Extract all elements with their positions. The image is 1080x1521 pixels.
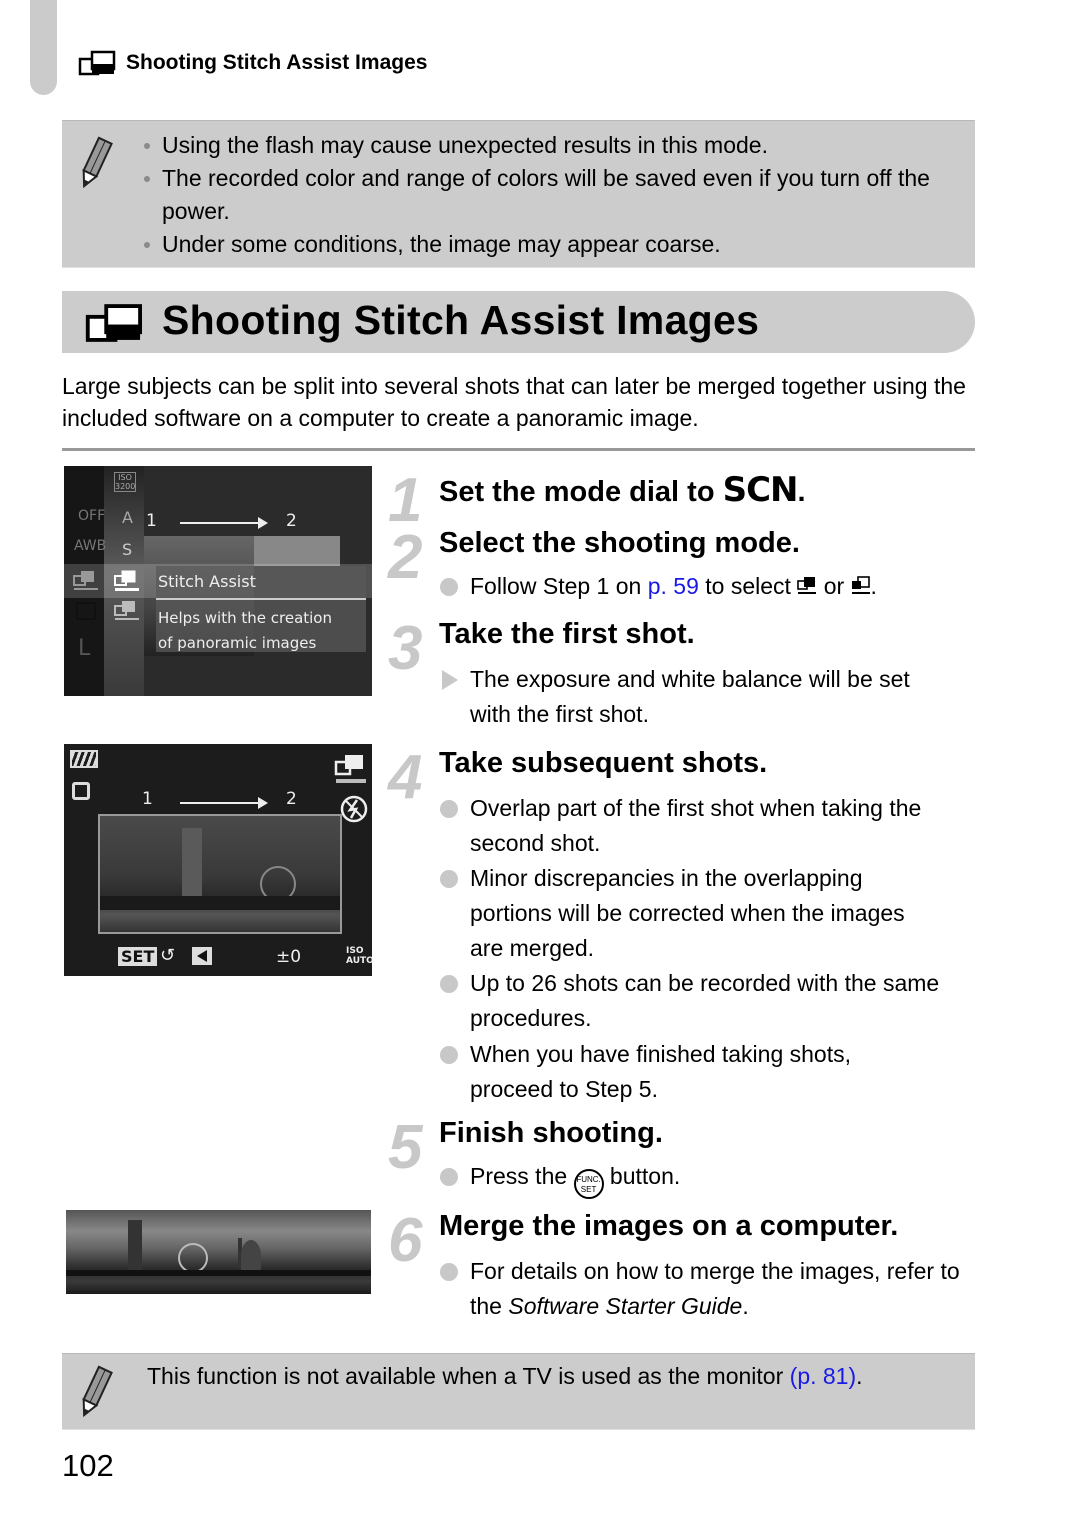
step-bullet: Follow Step 1 on p. 59 to select or . — [440, 569, 1030, 604]
left-col-item: OFF — [78, 508, 106, 524]
page-link[interactable]: (p. 81) — [790, 1363, 856, 1389]
step-title: Set the mode dial to SCN. — [439, 470, 806, 510]
left-col-item: AWB — [74, 538, 107, 554]
step-number: 4 — [388, 743, 423, 812]
step-bullet: Overlap part of the first shot when taki… — [440, 791, 960, 861]
stitch-left-right-icon — [114, 570, 139, 591]
step-bullet: Up to 26 shots can be recorded with the … — [440, 966, 960, 1036]
panorama-image — [66, 1210, 371, 1294]
iso-auto-icon: ISO AUTO — [346, 946, 372, 966]
result-arrow-icon — [442, 670, 458, 690]
step-title: Finish shooting. — [439, 1117, 663, 1149]
running-head: Shooting Stitch Assist Images — [78, 50, 427, 76]
step-number: 2 — [388, 523, 423, 592]
page-number: 102 — [62, 1448, 114, 1483]
step-number: 5 — [388, 1113, 423, 1182]
step-bullet: Minor discrepancies in the overlapping p… — [440, 861, 940, 966]
step-title: Take subsequent shots. — [439, 747, 768, 779]
step-title: Select the shooting mode. — [439, 527, 800, 559]
flash-off-icon — [340, 795, 368, 823]
frame-icon — [76, 602, 96, 620]
running-head-title: Shooting Stitch Assist Images — [126, 51, 428, 74]
scn-mode-icon: SCN — [722, 470, 799, 510]
note-item: Using the flash may cause unexpected res… — [142, 129, 965, 162]
note-box: This function is not available when a TV… — [62, 1353, 975, 1430]
step-bullet: For details on how to merge the images, … — [440, 1254, 970, 1324]
stitch-assist-icon — [85, 304, 142, 342]
note-item: Under some conditions, the image may app… — [142, 228, 965, 261]
arrow-head-icon — [258, 797, 268, 809]
pencil-icon — [82, 1365, 113, 1418]
step-result: The exposure and white balance will be s… — [440, 662, 950, 732]
exposure-value: ±0 — [276, 947, 302, 967]
camera-menu-screenshot: OFF AWB L ISO 3200 A S 1 2 Stitch Assist… — [64, 466, 372, 696]
option-title: Stitch Assist — [158, 572, 256, 591]
arrow-head-icon — [258, 517, 268, 529]
camera-liveview-screenshot: 1 2 SET ↺ ±0 ISO AUTO — [64, 744, 372, 976]
note-text: This function is not available when a TV… — [147, 1363, 863, 1389]
arrow-end-label: 2 — [286, 511, 297, 531]
iso-icon: ISO 3200 — [114, 472, 136, 492]
undo-icon: ↺ — [160, 945, 176, 966]
stitch-assist-icon — [73, 571, 98, 590]
stitch-left-right-icon — [797, 577, 817, 594]
section-title: Shooting Stitch Assist Images — [162, 297, 760, 343]
stitch-assist-icon — [78, 50, 116, 76]
step-bullet: Press the FUNC. SET button. — [440, 1159, 1000, 1199]
page-link[interactable]: p. 59 — [648, 573, 699, 599]
stitch-assist-icon — [334, 755, 366, 783]
arrow-end-label: 2 — [286, 789, 297, 809]
direction-arrow — [180, 522, 260, 524]
intro-paragraph: Large subjects can be split into several… — [62, 373, 966, 431]
set-button-icon: SET — [118, 947, 158, 966]
arrow-start-label: 1 — [146, 511, 157, 531]
func-set-button-icon: FUNC. SET — [573, 1169, 604, 1199]
left-col-item: L — [78, 636, 91, 661]
note-box: Using the flash may cause unexpected res… — [62, 120, 975, 268]
note-item: The recorded color and range of colors w… — [142, 162, 965, 228]
option-description: Helps with the creation — [158, 609, 332, 627]
preview-frame — [98, 814, 342, 934]
battery-icon — [70, 750, 98, 768]
divider — [62, 448, 975, 451]
guide-title: Software Starter Guide — [508, 1293, 743, 1319]
menu-item: A — [122, 508, 133, 527]
left-button-icon — [192, 947, 212, 965]
stitch-right-left-icon — [114, 601, 139, 620]
step-number: 3 — [388, 614, 423, 683]
step-title: Merge the images on a computer. — [439, 1210, 899, 1242]
chapter-tab — [30, 0, 57, 95]
step-title: Take the first shot. — [439, 618, 695, 650]
stitch-right-left-icon — [851, 576, 870, 594]
direction-arrow — [180, 802, 260, 804]
arrow-start-label: 1 — [142, 789, 153, 809]
camera-orientation-icon — [72, 782, 90, 800]
option-description: of panoramic images — [158, 634, 317, 652]
pencil-icon — [82, 136, 113, 189]
menu-item: S — [122, 540, 133, 559]
step-number: 6 — [388, 1206, 423, 1275]
section-heading: Shooting Stitch Assist Images — [62, 291, 975, 353]
step-bullet: When you have finished taking shots, pro… — [440, 1037, 940, 1107]
